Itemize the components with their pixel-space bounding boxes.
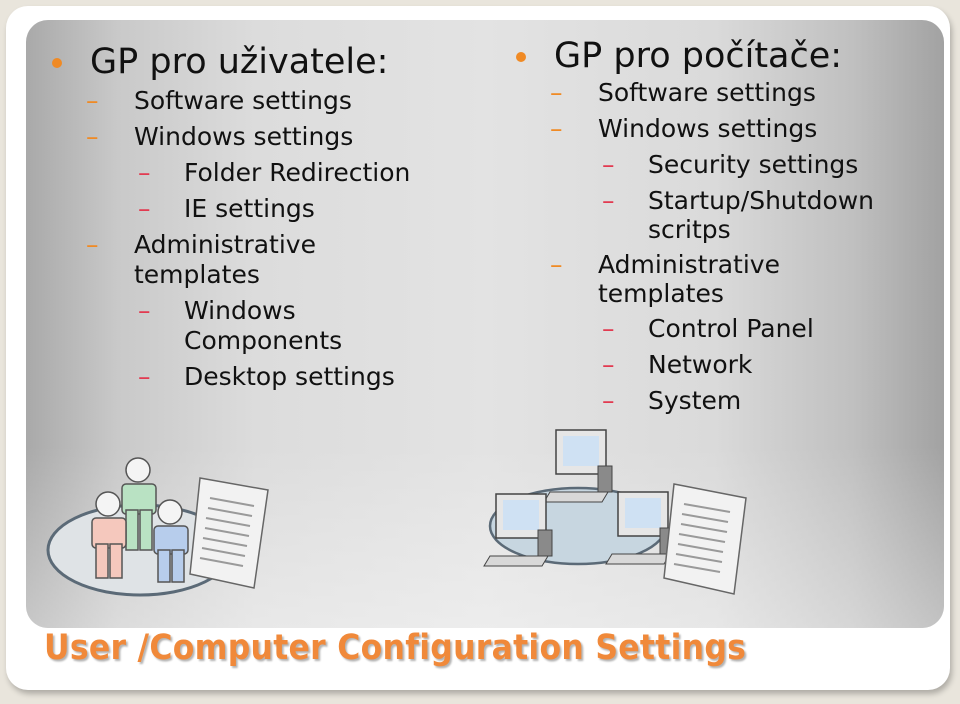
dash-icon: – — [138, 158, 151, 187]
dash-icon: – — [602, 150, 615, 179]
right-subitem-control-panel: – Control Panel — [602, 314, 814, 343]
right-item-windows: – Windows settings — [550, 114, 818, 143]
left-subitem-folder-redirection: – Folder Redirection — [138, 158, 411, 187]
right-subitem-startup-shutdown: – Startup/Shutdown scritps — [602, 186, 875, 244]
dash-icon: – — [86, 230, 99, 259]
dash-icon: – — [550, 114, 563, 143]
left-item-software: – Software settings — [86, 86, 352, 115]
right-subitem-system: – System — [602, 386, 742, 415]
users-group-illustration — [46, 457, 269, 597]
left-item-admin-templates: – Administrative templates — [86, 230, 316, 289]
dash-icon: – — [138, 362, 151, 391]
network-computers-illustration — [483, 429, 747, 595]
dash-icon: – — [550, 250, 563, 279]
left-item-windows: – Windows settings — [86, 122, 354, 151]
left-column: GP pro uživatele: – Software settings – … — [52, 42, 452, 392]
right-column: GP pro počítače: – Software settings – W… — [516, 36, 936, 416]
bullet-icon — [516, 52, 526, 62]
dash-icon: – — [86, 86, 99, 115]
dash-icon: – — [602, 386, 615, 415]
right-item-admin-templates: – Administrative templates — [550, 250, 780, 308]
policy-scroll-icon — [189, 477, 269, 589]
slide-title: User /Computer Configuration Settings — [44, 628, 747, 668]
dash-icon: – — [602, 186, 615, 215]
left-subitem-desktop-settings: – Desktop settings — [138, 362, 395, 391]
left-heading: GP pro uživatele: — [52, 42, 452, 82]
right-subitem-security: – Security settings — [602, 150, 859, 179]
right-subitem-network: – Network — [602, 350, 753, 379]
dash-icon: – — [138, 296, 151, 325]
right-item-software: – Software settings — [550, 78, 816, 107]
dash-icon: – — [138, 194, 151, 223]
left-subitem-ie-settings: – IE settings — [138, 194, 315, 223]
left-subitem-windows-components: – Windows Components — [138, 296, 343, 355]
dash-icon: – — [602, 314, 615, 343]
bullet-icon — [52, 58, 62, 68]
policy-scroll-icon — [663, 483, 747, 595]
right-heading: GP pro počítače: — [516, 36, 936, 76]
dash-icon: – — [86, 122, 99, 151]
dash-icon: – — [550, 78, 563, 107]
dash-icon: – — [602, 350, 615, 379]
